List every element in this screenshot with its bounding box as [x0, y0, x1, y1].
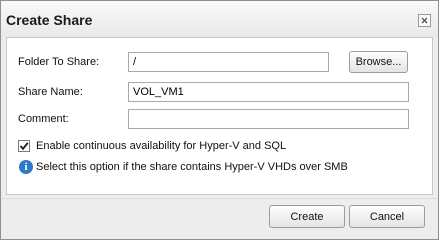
- browse-button[interactable]: Browse...: [349, 51, 408, 73]
- footer-divider: [1, 198, 438, 199]
- info-text: Select this option if the share contains…: [36, 161, 348, 173]
- continuous-availability-checkbox[interactable]: [18, 140, 30, 152]
- cancel-button[interactable]: Cancel: [349, 205, 425, 228]
- share-name-input[interactable]: [128, 82, 409, 102]
- info-icon: i: [19, 160, 33, 174]
- close-icon[interactable]: [418, 14, 431, 27]
- comment-label: Comment:: [18, 113, 69, 125]
- share-name-label: Share Name:: [18, 86, 83, 98]
- comment-input[interactable]: [128, 109, 409, 129]
- form-panel: Folder To Share: Browse... Share Name: C…: [6, 37, 433, 195]
- create-share-dialog: Create Share Folder To Share: Browse... …: [0, 0, 439, 240]
- folder-to-share-input[interactable]: [128, 52, 329, 72]
- title-bar: Create Share: [1, 1, 438, 37]
- folder-to-share-label: Folder To Share:: [18, 56, 100, 68]
- dialog-title: Create Share: [6, 12, 93, 28]
- continuous-availability-label[interactable]: Enable continuous availability for Hyper…: [36, 140, 286, 152]
- create-button[interactable]: Create: [269, 205, 345, 228]
